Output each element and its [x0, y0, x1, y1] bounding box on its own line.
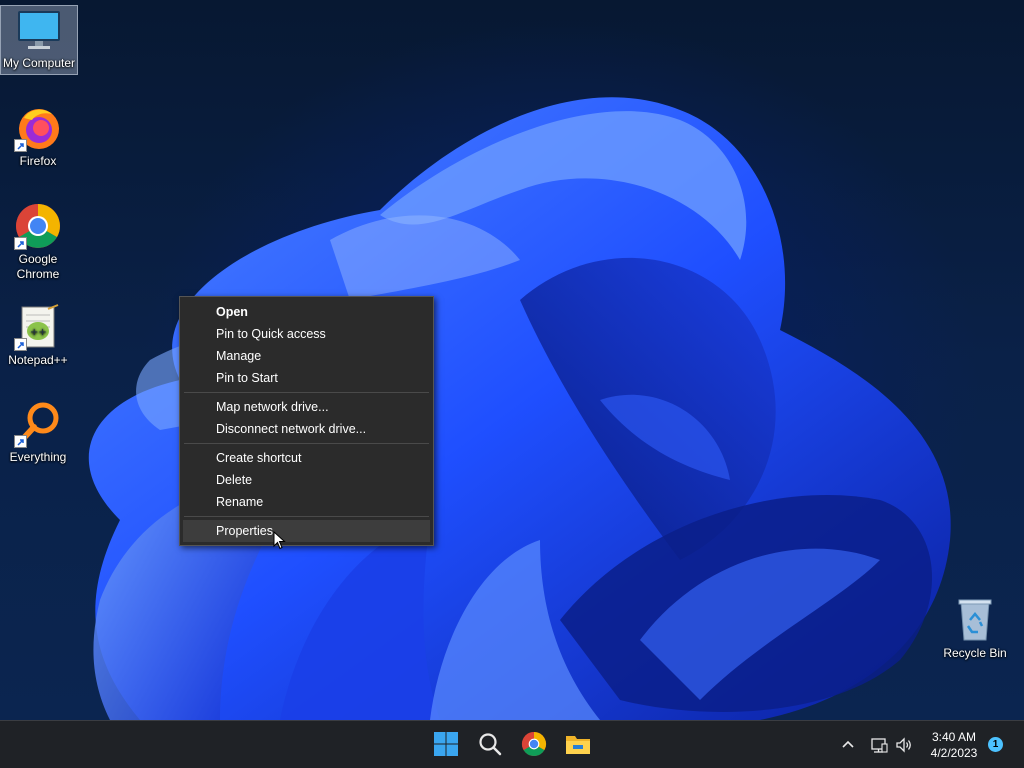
menu-item-disconnect-network-drive[interactable]: Disconnect network drive... [183, 418, 430, 440]
desktop-icon-label: Everything [9, 450, 67, 464]
network-icon [871, 738, 888, 753]
everything-search-icon [14, 400, 62, 448]
svg-text:++: ++ [30, 327, 47, 338]
desktop-icon-label: Firefox [19, 154, 57, 168]
shortcut-arrow-icon [14, 338, 27, 351]
search-icon [479, 733, 502, 756]
start-button[interactable] [430, 728, 462, 760]
chevron-up-icon [842, 740, 854, 748]
show-hidden-icons-button[interactable] [838, 735, 858, 755]
taskbar-file-explorer-button[interactable] [562, 728, 594, 760]
computer-icon [15, 6, 63, 54]
menu-separator [184, 443, 429, 444]
desktop-icon-label: Notepad++ [8, 353, 68, 367]
desktop-icon-my-computer[interactable]: My Computer [0, 5, 78, 75]
taskbar-chrome-button[interactable] [518, 728, 550, 760]
start-windows-icon [434, 732, 458, 756]
taskbar: 3:40 AM 4/2/2023 1 [0, 720, 1024, 768]
firefox-icon [14, 104, 62, 152]
menu-item-pin-to-start[interactable]: Pin to Start [183, 367, 430, 389]
desktop-icon-google-chrome[interactable]: Google Chrome [0, 202, 76, 282]
chrome-icon [521, 732, 547, 757]
desktop-icon-firefox[interactable]: Firefox [0, 104, 76, 169]
menu-item-pin-to-quick-access[interactable]: Pin to Quick access [183, 323, 430, 345]
recycle-bin-icon [951, 596, 999, 644]
desktop-icon-notepad-plus-plus[interactable]: ++ Notepad++ [0, 303, 76, 368]
file-explorer-icon [566, 736, 590, 754]
desktop-icon-label: My Computer [2, 56, 76, 70]
network-button[interactable] [869, 735, 889, 755]
notepad-plus-plus-icon: ++ [14, 303, 62, 351]
menu-separator [184, 516, 429, 517]
menu-item-open[interactable]: Open [183, 301, 430, 323]
menu-item-rename[interactable]: Rename [183, 491, 430, 513]
volume-button[interactable] [894, 735, 914, 755]
clock-date: 4/2/2023 [930, 746, 978, 760]
menu-separator [184, 392, 429, 393]
shortcut-arrow-icon [14, 139, 27, 152]
menu-item-map-network-drive[interactable]: Map network drive... [183, 396, 430, 418]
clock-time: 3:40 AM [931, 730, 977, 744]
menu-item-delete[interactable]: Delete [183, 469, 430, 491]
menu-item-create-shortcut[interactable]: Create shortcut [183, 447, 430, 469]
wallpaper-bloom [88, 97, 951, 720]
desktop-icon-label: Google Chrome [16, 252, 60, 281]
notification-badge[interactable]: 1 [988, 737, 1003, 752]
context-menu: Open Pin to Quick access Manage Pin to S… [179, 296, 434, 546]
mouse-cursor-icon [273, 531, 286, 550]
shortcut-arrow-icon [14, 237, 27, 250]
menu-item-properties[interactable]: Properties [183, 520, 430, 542]
desktop[interactable]: My Computer Firefox Google Chrome ++ Not… [0, 0, 1024, 720]
desktop-icon-label: Recycle Bin [943, 646, 1007, 660]
search-button[interactable] [474, 728, 506, 760]
volume-icon [896, 737, 911, 753]
menu-item-manage[interactable]: Manage [183, 345, 430, 367]
taskbar-clock[interactable]: 3:40 AM 4/2/2023 [922, 729, 986, 761]
chrome-icon [14, 202, 62, 250]
desktop-icon-everything[interactable]: Everything [0, 400, 76, 465]
shortcut-arrow-icon [14, 435, 27, 448]
desktop-icon-recycle-bin[interactable]: Recycle Bin [937, 596, 1013, 661]
